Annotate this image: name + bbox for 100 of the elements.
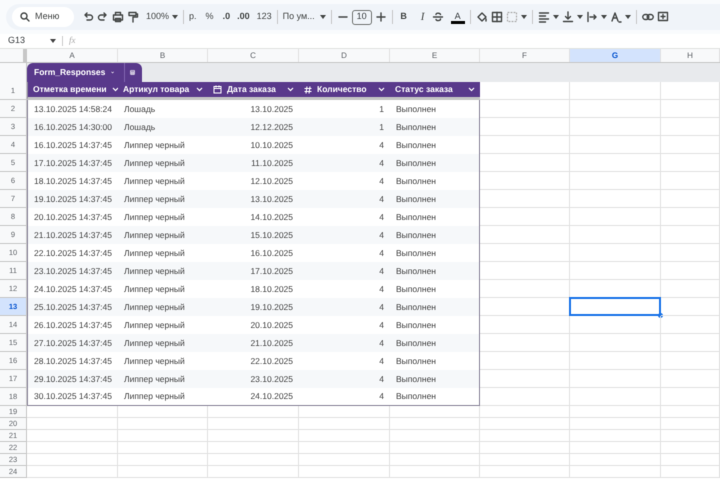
table-cell: 19.10.2025: [250, 300, 293, 314]
table-cell: 25.10.2025 14:37:45: [34, 300, 112, 314]
table-cell: 4: [379, 372, 384, 386]
table-cell: 20.10.2025 14:37:45: [34, 210, 112, 224]
table-cell: 18.10.2025 14:37:45: [34, 174, 112, 188]
search-field[interactable]: Меню: [12, 7, 74, 27]
table-cell: 11.10.2025: [251, 156, 293, 170]
table-cell: Выполнен: [396, 300, 436, 314]
table-cell: 4: [379, 318, 384, 332]
table-tab[interactable]: Form_Responses: [27, 63, 142, 82]
table-cell: 18.10.2025: [250, 282, 293, 296]
table-cell: 24.10.2025: [250, 390, 293, 403]
table-cell: 4: [379, 192, 384, 206]
text-color-button[interactable]: A: [450, 10, 465, 24]
table-cell: Липпер черный: [124, 156, 185, 170]
table-cell: 4: [379, 138, 384, 152]
column-filter-header[interactable]: Дата заказа: [208, 82, 299, 100]
table-cell: Липпер черный: [124, 138, 185, 152]
table-cell: Липпер черный: [124, 318, 185, 332]
table-cell: 28.10.2025 14:37:45: [34, 354, 112, 368]
column-header[interactable]: A: [27, 49, 118, 62]
table-cell: Выполнен: [396, 354, 436, 368]
table-cell: Липпер черный: [124, 264, 185, 278]
table-cell: 13.10.2025: [250, 192, 293, 206]
table-cell: Выполнен: [396, 156, 436, 170]
table-cell: 21.10.2025 14:37:45: [34, 228, 112, 242]
table-cell: 4: [379, 282, 384, 296]
table-cell: Лошадь: [124, 102, 156, 116]
table-cell: 4: [379, 264, 384, 278]
table-cell: Выполнен: [396, 318, 436, 332]
formula-icon: fx: [69, 34, 76, 48]
table-cell: 26.10.2025 14:37:45: [34, 318, 112, 332]
table-cell: Лошадь: [124, 120, 156, 134]
table-cell: 12.10.2025: [250, 174, 293, 188]
table-cell: 4: [379, 228, 384, 242]
font-size-field[interactable]: 10: [352, 10, 372, 24]
table-cell: Липпер черный: [124, 210, 185, 224]
currency-button[interactable]: р.: [189, 10, 197, 24]
table-cell: Липпер черный: [124, 372, 185, 386]
table-cell: 4: [379, 156, 384, 170]
percent-button[interactable]: %: [206, 10, 214, 24]
zoom-dropdown[interactable]: 100%: [146, 10, 170, 24]
table-cell: 4: [379, 246, 384, 260]
number-format-button[interactable]: 123: [256, 10, 272, 24]
table-cell: Выполнен: [396, 138, 436, 152]
increase-decimals-button[interactable]: .00: [237, 10, 250, 24]
table-cell: 13.10.2025 14:58:24: [34, 102, 112, 116]
table-cell: 16.10.2025 14:30:00: [34, 120, 112, 134]
table-cell: Липпер черный: [124, 192, 185, 206]
bold-button[interactable]: B: [398, 10, 410, 24]
italic-button[interactable]: I: [416, 8, 429, 26]
table-cell: 15.10.2025: [250, 228, 293, 242]
table-cell: 23.10.2025: [250, 372, 293, 386]
table-cell: 17.10.2025: [250, 264, 293, 278]
column-header[interactable]: G: [570, 49, 661, 62]
table-cell: 12.12.2025: [250, 120, 293, 134]
table-cell: 27.10.2025 14:37:45: [34, 336, 112, 350]
table-cell: 24.10.2025 14:37:45: [34, 282, 112, 296]
table-cell: 4: [379, 390, 384, 403]
name-box[interactable]: G13: [0, 34, 50, 48]
column-header[interactable]: B: [118, 49, 208, 62]
table-cell: Выполнен: [396, 372, 436, 386]
table-cell: 16.10.2025: [250, 246, 293, 260]
table-cell: 21.10.2025: [250, 336, 293, 350]
column-filter-header[interactable]: Артикул товара: [118, 82, 208, 100]
table-cell: 30.10.2025 14:37:45: [34, 390, 112, 403]
table-cell: 22.10.2025 14:37:45: [34, 246, 112, 260]
column-filter-header[interactable]: Статус заказа: [390, 82, 480, 100]
table-cell: Выполнен: [396, 282, 436, 296]
table-cell: Липпер черный: [124, 336, 185, 350]
table-cell: Липпер черный: [124, 354, 185, 368]
table-cell: 19.10.2025 14:37:45: [34, 192, 112, 206]
column-filter-header[interactable]: Отметка времени: [27, 82, 118, 100]
column-filter-header[interactable]: Количество: [299, 82, 390, 100]
table-cell: 4: [379, 300, 384, 314]
table-cell: 13.10.2025: [250, 102, 293, 116]
table-cell: Выполнен: [396, 210, 436, 224]
column-header[interactable]: D: [299, 49, 390, 62]
table-cell: Липпер черный: [124, 246, 185, 260]
table-cell: 17.10.2025 14:37:45: [34, 156, 112, 170]
column-header[interactable]: H: [661, 49, 720, 62]
column-header[interactable]: F: [480, 49, 570, 62]
decrease-decimals-button[interactable]: .0: [222, 10, 230, 24]
column-header[interactable]: C: [208, 49, 299, 62]
column-header[interactable]: E: [390, 49, 480, 62]
table-cell: 4: [379, 210, 384, 224]
table-cell: 4: [379, 354, 384, 368]
table-cell: Липпер черный: [124, 390, 185, 403]
table-cell: Липпер черный: [124, 228, 185, 242]
table-cell: Липпер черный: [124, 300, 185, 314]
table-cell: 29.10.2025 14:37:45: [34, 372, 112, 386]
table-cell: Выполнен: [396, 390, 436, 403]
table-cell: 20.10.2025: [250, 318, 293, 332]
font-dropdown[interactable]: По ум...: [282, 10, 317, 24]
table-cell: Выполнен: [396, 102, 436, 116]
table-cell: 16.10.2025 14:37:45: [34, 138, 112, 152]
table-cell: Выполнен: [396, 120, 436, 134]
table-cell: 10.10.2025: [250, 138, 293, 152]
table-cell: 1: [379, 102, 384, 116]
table-cell: Липпер черный: [124, 174, 185, 188]
